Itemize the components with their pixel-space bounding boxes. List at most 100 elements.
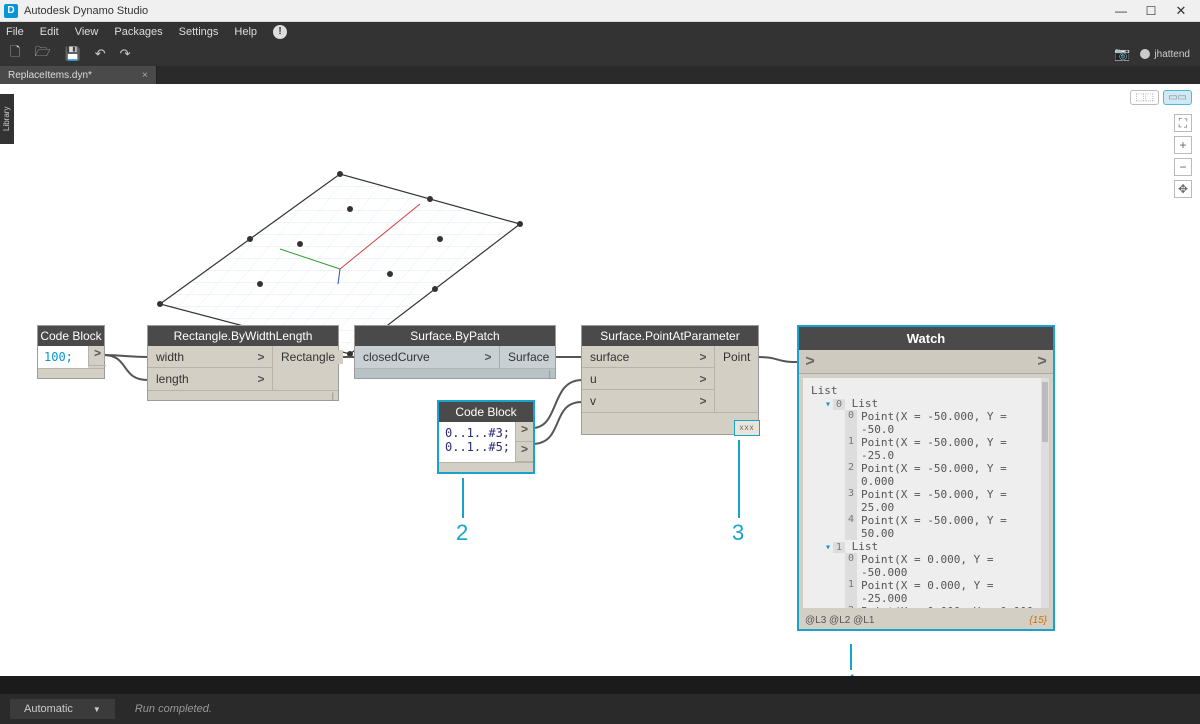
list-item[interactable]: 4Point(X = -50.000, Y = 50.00 (807, 514, 1045, 540)
output-point[interactable]: Point (715, 350, 758, 364)
list-item[interactable]: 1Point(X = 0.000, Y = -25.000 (807, 579, 1045, 605)
port-arrow-icon[interactable]: > (692, 372, 714, 386)
viewport-nav: ⛶ + − ✥ (1174, 114, 1192, 198)
node-surface-bypatch[interactable]: Surface.ByPatch closedCurve> Surface | (354, 325, 556, 379)
list-item[interactable]: 2Point(X = -50.000, Y = 0.000 (807, 462, 1045, 488)
view-graph-icon[interactable]: ▭▭ (1163, 90, 1192, 105)
node-surface-pointatparameter[interactable]: Surface.PointAtParameter surface> u> v> … (581, 325, 759, 435)
input-surface[interactable]: surface (582, 350, 692, 364)
undo-icon[interactable]: ↶ (95, 46, 106, 62)
window-titlebar: D Autodesk Dynamo Studio — ☐ ✕ (0, 0, 1200, 22)
input-length[interactable]: length (148, 372, 250, 386)
watch-input-port[interactable]: > (799, 353, 821, 371)
run-mode-label: Automatic (24, 703, 73, 715)
screenshot-icon[interactable]: 📷 (1114, 46, 1130, 62)
output-surface[interactable]: Surface (500, 350, 557, 364)
output-port-1[interactable]: > (515, 422, 533, 442)
menu-settings[interactable]: Settings (179, 26, 219, 38)
chevron-down-icon: ▼ (93, 705, 101, 714)
menu-help[interactable]: Help (234, 26, 257, 38)
zoom-in-button[interactable]: + (1174, 136, 1192, 154)
status-bar: Automatic ▼ Run completed. (0, 694, 1200, 724)
open-file-icon[interactable]: 🗁 (34, 43, 50, 65)
port-arrow-icon[interactable]: > (250, 372, 272, 386)
list-item[interactable]: 0Point(X = -50.000, Y = -50.0 (807, 410, 1045, 436)
status-message: Run completed. (135, 703, 212, 715)
pan-button[interactable]: ✥ (1174, 180, 1192, 198)
graph-canvas[interactable]: Library ⬚⬚ ▭▭ ⛶ + − ✥ (0, 84, 1200, 676)
callout-2: 2 (456, 520, 468, 546)
input-u[interactable]: u (582, 372, 692, 386)
node-watch[interactable]: Watch > > List ▾0 List0Point(X = -50.000… (797, 325, 1055, 631)
port-arrow-icon[interactable]: > (692, 350, 714, 364)
run-mode-dropdown[interactable]: Automatic ▼ (10, 699, 115, 719)
output-port-2[interactable]: > (515, 442, 533, 462)
callout-4: 4 (844, 670, 856, 676)
toolbar: 🗋 🗁 💾 ↶ ↷ 📷 jhattend (0, 42, 1200, 66)
list-item[interactable]: 3Point(X = -50.000, Y = 25.00 (807, 488, 1045, 514)
tab-label: ReplaceItems.dyn* (8, 70, 92, 81)
info-icon[interactable]: ! (273, 25, 287, 39)
node-code-block-1[interactable]: Code Block 100; > (37, 325, 105, 379)
window-title: Autodesk Dynamo Studio (24, 5, 148, 17)
node-title: Rectangle.ByWidthLength (148, 326, 338, 346)
output-rectangle[interactable]: Rectangle (273, 350, 343, 364)
view-mode-toggles: ⬚⬚ ▭▭ (1130, 90, 1192, 105)
menu-file[interactable]: File (6, 26, 24, 38)
watch-output-port[interactable]: > (1031, 353, 1053, 371)
new-file-icon[interactable]: 🗋 (10, 43, 20, 65)
close-button[interactable]: ✕ (1166, 3, 1196, 19)
tab-replaceitems[interactable]: ReplaceItems.dyn* × (0, 66, 157, 84)
document-tabs: ReplaceItems.dyn* × (0, 66, 1200, 84)
port-arrow-icon[interactable]: > (692, 394, 714, 408)
app-logo: D (4, 4, 18, 18)
list-item[interactable]: 2Point(X = 0.000, Y = 0.000, (807, 605, 1045, 608)
list-group[interactable]: ▾0 List (807, 397, 1045, 410)
menu-view[interactable]: View (75, 26, 99, 38)
menu-bar: File Edit View Packages Settings Help ! (0, 22, 1200, 42)
node-title: Surface.ByPatch (355, 326, 555, 346)
zoom-out-button[interactable]: − (1174, 158, 1192, 176)
list-item[interactable]: 0Point(X = 0.000, Y = -50.000 (807, 553, 1045, 579)
input-width[interactable]: width (148, 350, 250, 364)
save-file-icon[interactable]: 💾 (65, 46, 81, 62)
list-item[interactable]: 1Point(X = -50.000, Y = -25.0 (807, 436, 1045, 462)
user-name: jhattend (1154, 49, 1190, 60)
watch-count: {15} (1029, 615, 1047, 626)
lacing-badge[interactable]: xxx (734, 420, 760, 436)
code-input[interactable]: 100; (38, 346, 88, 368)
node-title: Code Block (439, 402, 533, 422)
node-title: Code Block (38, 326, 104, 346)
node-rectangle-bywidthlength[interactable]: Rectangle.ByWidthLength width> length> R… (147, 325, 339, 401)
input-closedcurve[interactable]: closedCurve (355, 350, 477, 364)
redo-icon[interactable]: ↷ (120, 46, 131, 62)
library-panel-toggle[interactable]: Library (0, 94, 14, 144)
code-input[interactable]: 0..1..#3; 0..1..#5; (439, 422, 515, 462)
menu-packages[interactable]: Packages (114, 26, 162, 38)
port-arrow-icon[interactable]: > (250, 350, 272, 364)
fit-view-button[interactable]: ⛶ (1174, 114, 1192, 132)
callout-line-2 (462, 478, 464, 518)
node-title: Surface.PointAtParameter (582, 326, 758, 346)
status-divider (0, 676, 1200, 694)
node-code-block-2[interactable]: Code Block 0..1..#3; 0..1..#5; > > (437, 400, 535, 474)
node-title: Watch (799, 327, 1053, 350)
callout-3: 3 (732, 520, 744, 546)
port-arrow-icon[interactable]: > (477, 350, 499, 364)
minimize-button[interactable]: — (1106, 4, 1136, 18)
watch-data-list[interactable]: List ▾0 List0Point(X = -50.000, Y = -50.… (803, 378, 1049, 608)
tab-close-icon[interactable]: × (142, 70, 148, 81)
maximize-button[interactable]: ☐ (1136, 4, 1166, 18)
menu-edit[interactable]: Edit (40, 26, 59, 38)
callout-line-4 (850, 644, 852, 670)
output-port[interactable]: > (88, 346, 106, 366)
scrollbar-thumb[interactable] (1042, 382, 1048, 442)
input-v[interactable]: v (582, 394, 692, 408)
scrollbar[interactable] (1041, 378, 1049, 608)
view-3d-icon[interactable]: ⬚⬚ (1130, 90, 1159, 105)
list-group[interactable]: ▾1 List (807, 540, 1045, 553)
list-root: List (807, 384, 1045, 397)
user-avatar-icon (1140, 49, 1150, 59)
user-account[interactable]: jhattend (1140, 49, 1190, 60)
callout-line-3 (738, 440, 740, 518)
